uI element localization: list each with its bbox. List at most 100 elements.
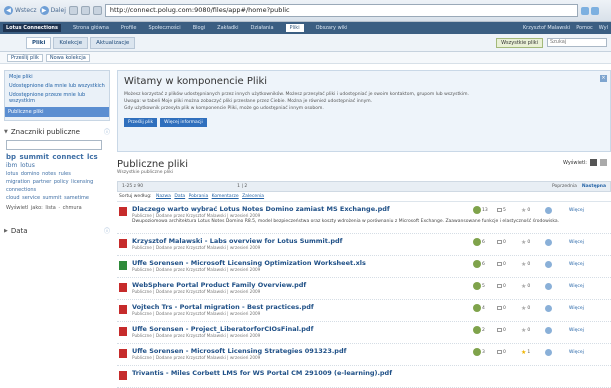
back-button[interactable]: ◀ Wstecz <box>4 6 37 15</box>
search-input[interactable]: Szukaj <box>547 38 607 47</box>
sort-by-date[interactable]: Data <box>174 194 185 199</box>
search-engine-icon[interactable] <box>591 6 599 15</box>
nav-home[interactable]: Strona główna <box>73 25 109 31</box>
more-actions-link[interactable]: Więcej <box>569 326 593 334</box>
tag-line[interactable]: ibm lotus <box>6 162 110 170</box>
welcome-more-info-button[interactable]: Więcej informacji <box>160 118 207 127</box>
sidebar-item-shared-with-me[interactable]: Udostępnione dla mnie lub wszystkich <box>9 83 105 89</box>
sort-by-name[interactable]: Nazwa <box>156 194 171 199</box>
tag-row-2[interactable]: ibm lotus <box>6 162 35 169</box>
file-name-link[interactable]: Vojtech Trs - Portal migration - Best pr… <box>132 303 420 311</box>
grid-view-icon[interactable] <box>600 159 607 166</box>
help-icon[interactable]: ⓘ <box>104 127 110 136</box>
go-icon[interactable] <box>581 6 589 15</box>
scope-dropdown[interactable]: Wszystkie pliki <box>496 37 543 48</box>
tag-line[interactable]: lotus domino notes rules <box>6 170 110 178</box>
more-actions-link[interactable]: Więcej <box>569 238 593 246</box>
more-actions-link[interactable]: Więcej <box>569 348 593 356</box>
sidebar-item-my-files[interactable]: Moje pliki <box>9 74 105 80</box>
tag-row-4[interactable]: migration partner policy licensing conne… <box>6 179 93 193</box>
tag-line[interactable]: bp summit connect lcs <box>6 153 110 162</box>
file-name-link[interactable]: Trivantis - Miles Corbett LMS for WS Por… <box>132 369 420 377</box>
address-bar[interactable]: http://connect.polug.com:9080/files/app#… <box>104 4 578 17</box>
tag-row-1[interactable]: bp summit connect lcs <box>6 153 98 161</box>
comments-value: 5 <box>503 207 506 213</box>
sidebar-item-shared-by-me[interactable]: Udostępnione przeze mnie lub wszystkim <box>9 92 105 104</box>
table-row[interactable]: Krzysztof Malawski - Labs overview for L… <box>117 234 611 256</box>
file-stats: 4 0 ★ 0 Więcej <box>473 304 593 312</box>
tag-row-5[interactable]: cloud service summit sametime <box>6 195 89 201</box>
brand-logo[interactable]: Lotus Connections <box>3 24 61 32</box>
more-actions-link[interactable]: Więcej <box>569 206 593 214</box>
recommend-count[interactable]: ★ 0 <box>521 304 545 312</box>
tag-row-3[interactable]: lotus domino notes rules <box>6 171 71 177</box>
file-name-link[interactable]: Krzysztof Malawski - Labs overview for L… <box>132 237 420 245</box>
tab-files[interactable]: Pliki <box>26 36 52 49</box>
stop-icon[interactable] <box>80 6 90 15</box>
home-icon[interactable] <box>92 6 102 15</box>
downloads-value: 5 <box>482 283 485 289</box>
table-row[interactable]: WebSphere Portal Product Family Overview… <box>117 278 611 300</box>
next-page-link[interactable]: Następna <box>582 184 606 189</box>
share-status <box>545 348 569 356</box>
file-meta: Publiczne | Dodane przez Krzysztof Malaw… <box>132 355 261 360</box>
help-link[interactable]: Pomoc <box>576 25 593 31</box>
table-row[interactable]: Trivantis - Miles Corbett LMS for WS Por… <box>117 366 611 388</box>
nav-blogs[interactable]: Blogi <box>193 25 205 31</box>
tag-filter-input[interactable] <box>6 140 102 150</box>
previous-page-link[interactable]: Poprzednia <box>552 184 577 189</box>
file-info: Uffe Sorensen - Microsoft Licensing Opti… <box>132 259 420 275</box>
more-actions-link[interactable]: Więcej <box>569 260 593 268</box>
sort-by-downloads[interactable]: Pobrania <box>189 194 209 199</box>
nav-bookmarks[interactable]: Zakładki <box>217 25 238 31</box>
forward-button[interactable]: ▶ Dalej <box>39 6 66 15</box>
view-as-toggle[interactable]: Wyświetl jako: lista · chmura <box>6 204 110 212</box>
nav-files[interactable]: Pliki <box>285 24 304 32</box>
table-row[interactable]: Uffe Sorensen - Project_LiberatorforCIOs… <box>117 322 611 344</box>
sort-by-recommendations[interactable]: Zalecenia <box>242 194 264 199</box>
file-name-link[interactable]: WebSphere Portal Product Family Overview… <box>132 281 420 289</box>
nav-activities[interactable]: Działania <box>250 25 273 31</box>
recommend-count[interactable]: ★ 0 <box>521 260 545 268</box>
file-name-link[interactable]: Dlaczego warto wybrać Lotus Notes Domino… <box>132 205 420 213</box>
new-collection-button[interactable]: Nowa kolekcja <box>45 53 90 62</box>
tag-line[interactable]: cloud service summit sametime <box>6 194 110 202</box>
table-row[interactable]: Uffe Sorensen - Microsoft Licensing Opti… <box>117 256 611 278</box>
date-heading[interactable]: ▶ Data ⓘ <box>4 226 110 236</box>
more-actions-link[interactable]: Więcej <box>569 282 593 290</box>
nav-profiles[interactable]: Profile <box>121 25 137 31</box>
recommend-count[interactable]: ★ 0 <box>521 238 545 246</box>
nav-wikis[interactable]: Obszary wiki <box>316 25 348 31</box>
table-row[interactable]: Dlaczego warto wybrać Lotus Notes Domino… <box>117 202 611 234</box>
tab-collections[interactable]: Kolekcje <box>53 36 89 49</box>
user-name[interactable]: Krzysztof Malawski <box>523 25 570 31</box>
more-actions-link[interactable]: Więcej <box>569 304 593 312</box>
public-tags-heading[interactable]: ▼ Znaczniki publiczne ⓘ <box>4 127 110 137</box>
file-name-link[interactable]: Uffe Sorensen - Microsoft Licensing Opti… <box>132 259 420 267</box>
recommend-count[interactable]: ★ 0 <box>521 282 545 290</box>
page-links[interactable]: 1 | 2 <box>237 184 247 189</box>
list-header: Publiczne pliki Wszystkie publiczne plik… <box>117 159 611 175</box>
table-row[interactable]: Uffe Sorensen - Microsoft Licensing Stra… <box>117 344 611 366</box>
sort-by-comments[interactable]: Komentarze <box>212 194 239 199</box>
tag-line[interactable]: migration partner policy licensing conne… <box>6 178 110 194</box>
recommend-count[interactable]: ★ 0 <box>521 326 545 334</box>
file-name-link[interactable]: Uffe Sorensen - Project_LiberatorforCIOs… <box>132 325 420 333</box>
tab-updates[interactable]: Aktualizacje <box>90 36 136 49</box>
recommend-count[interactable]: ★ 1 <box>521 348 545 356</box>
welcome-upload-button[interactable]: Prześlij plik <box>124 118 158 127</box>
logout-link[interactable]: Wyl <box>599 25 608 31</box>
back-label: Wstecz <box>15 7 37 14</box>
table-row[interactable]: Vojtech Trs - Portal migration - Best pr… <box>117 300 611 322</box>
upload-file-button[interactable]: Prześlij plik <box>7 53 43 62</box>
file-name-link[interactable]: Uffe Sorensen - Microsoft Licensing Stra… <box>132 347 420 355</box>
reload-icon[interactable] <box>68 6 78 15</box>
help-icon[interactable]: ⓘ <box>104 226 110 235</box>
close-icon[interactable]: × <box>600 75 607 82</box>
sidebar-item-public-files[interactable]: Publiczne pliki <box>5 107 109 117</box>
file-info: Uffe Sorensen - Project_LiberatorforCIOs… <box>132 325 420 341</box>
list-view-icon[interactable] <box>590 159 597 166</box>
recommend-count[interactable]: ★ 0 <box>521 206 545 214</box>
public-share-icon <box>545 206 552 214</box>
nav-communities[interactable]: Społeczności <box>148 25 180 31</box>
